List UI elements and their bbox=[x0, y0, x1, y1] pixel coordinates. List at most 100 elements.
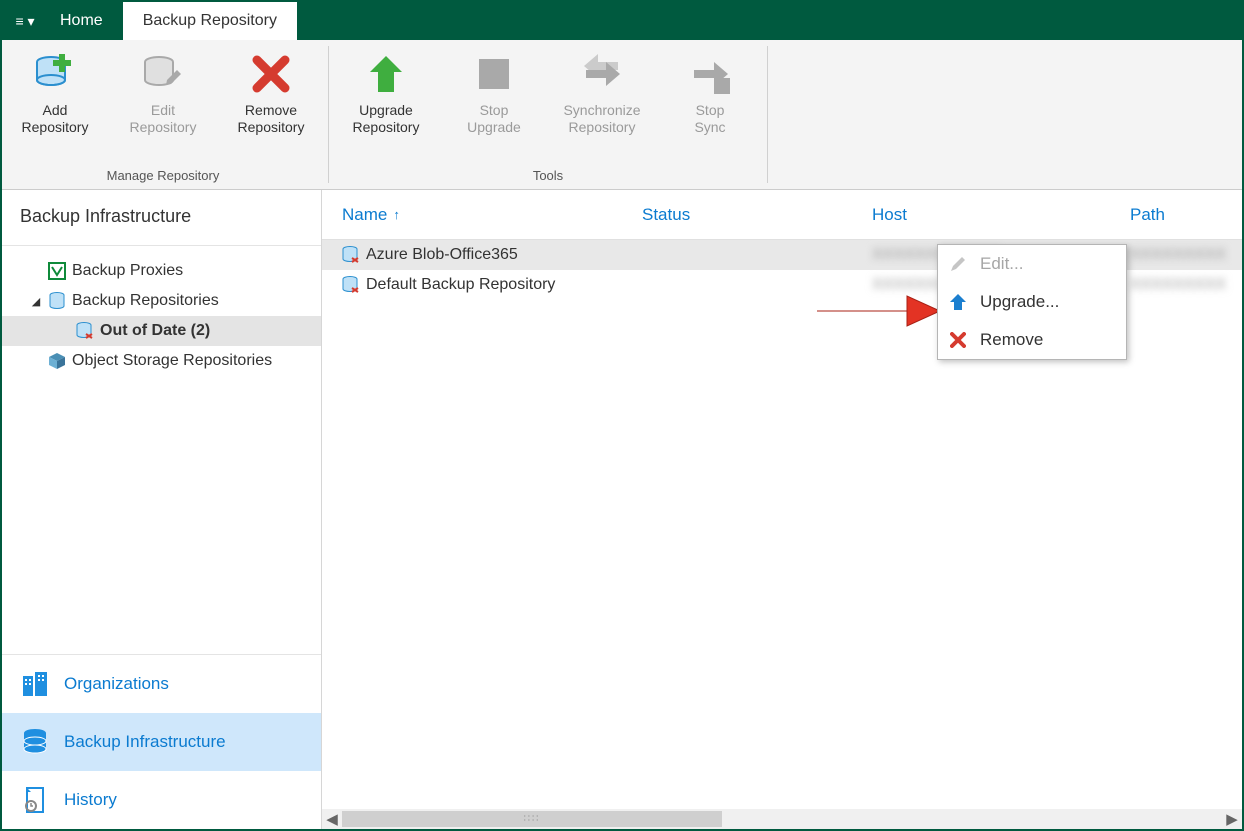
tree-item-out-of-date[interactable]: Out of Date (2) bbox=[2, 316, 321, 346]
titlebar: ≡ ▾ Home Backup Repository bbox=[2, 2, 1242, 40]
ribbon-btn-line1: Stop bbox=[480, 102, 509, 118]
horizontal-scrollbar[interactable]: ◀ ∷∷ ▶ bbox=[322, 809, 1242, 829]
context-menu-label: Edit... bbox=[980, 254, 1023, 274]
ribbon-group-tools: UpgradeRepository StopUpgrade Synchroniz… bbox=[333, 40, 763, 189]
ribbon-btn-line1: Add bbox=[43, 102, 68, 118]
expander-icon[interactable]: ◢ bbox=[30, 295, 42, 308]
scroll-right-button[interactable]: ▶ bbox=[1222, 809, 1242, 829]
pencil-icon bbox=[948, 254, 968, 274]
column-label: Host bbox=[872, 205, 907, 225]
x-icon bbox=[948, 330, 968, 350]
cube-icon bbox=[48, 352, 66, 370]
context-menu-label: Upgrade... bbox=[980, 292, 1059, 312]
tab-label: Backup Repository bbox=[143, 12, 277, 30]
ribbon-btn-line1: Edit bbox=[151, 102, 175, 118]
tab-backup-repository[interactable]: Backup Repository bbox=[123, 2, 297, 40]
database-icon bbox=[48, 292, 66, 310]
tree-item-label: Backup Proxies bbox=[72, 262, 183, 280]
upgrade-repository-button[interactable]: UpgradeRepository bbox=[341, 46, 431, 136]
tab-home[interactable]: Home bbox=[40, 2, 123, 40]
ribbon-btn-line2: Sync bbox=[694, 119, 725, 135]
x-icon bbox=[247, 50, 295, 98]
stop-sync-button[interactable]: StopSync bbox=[665, 46, 755, 136]
tree-item-backup-repositories[interactable]: ◢ Backup Repositories bbox=[2, 286, 321, 316]
sidebar: Backup Infrastructure Backup Proxies ◢ B… bbox=[2, 190, 322, 829]
ribbon-group-label: Tools bbox=[533, 168, 563, 187]
nav-backup-infrastructure[interactable]: Backup Infrastructure bbox=[2, 713, 321, 771]
ribbon-btn-line2: Repository bbox=[22, 119, 89, 135]
sort-ascending-icon: ↑ bbox=[393, 207, 400, 222]
cell-name: Default Backup Repository bbox=[366, 276, 555, 294]
edit-repository-button[interactable]: EditRepository bbox=[118, 46, 208, 136]
arrow-up-icon bbox=[362, 50, 410, 98]
column-header-status[interactable]: Status bbox=[642, 205, 872, 225]
ribbon-btn-line2: Repository bbox=[130, 119, 197, 135]
app-menu-button[interactable]: ≡ ▾ bbox=[10, 2, 40, 40]
tree-item-label: Backup Repositories bbox=[72, 292, 219, 310]
ribbon-separator bbox=[767, 46, 768, 183]
database-warning-icon bbox=[342, 246, 360, 264]
scroll-left-button[interactable]: ◀ bbox=[322, 809, 342, 829]
tab-label: Home bbox=[60, 12, 103, 30]
arrow-up-icon bbox=[948, 292, 968, 312]
grid-column-headers: Name ↑ Status Host Path bbox=[322, 190, 1242, 240]
sidebar-tree: Backup Proxies ◢ Backup Repositories Out… bbox=[2, 246, 321, 654]
tree-item-backup-proxies[interactable]: Backup Proxies bbox=[2, 256, 321, 286]
column-label: Status bbox=[642, 205, 690, 225]
ribbon-btn-line2: Upgrade bbox=[467, 119, 521, 135]
ribbon-btn-line1: Synchronize bbox=[563, 102, 640, 118]
grid-body: Azure Blob-Office365 XXXXXXXXXXXX XXXXXX… bbox=[322, 240, 1242, 809]
ribbon-btn-line1: Remove bbox=[245, 102, 297, 118]
nav-organizations[interactable]: Organizations bbox=[2, 655, 321, 713]
database-warning-icon bbox=[342, 276, 360, 294]
cell-path: XXXXXXXXX bbox=[1130, 246, 1242, 264]
context-menu-edit: Edit... bbox=[938, 245, 1126, 283]
cell-path: XXXXXXXXX bbox=[1130, 276, 1242, 294]
scroll-thumb[interactable]: ∷∷ bbox=[342, 811, 722, 827]
sidebar-bottom-nav: Organizations Backup Infrastructure Hist… bbox=[2, 654, 321, 829]
context-menu-remove[interactable]: Remove bbox=[938, 321, 1126, 359]
sync-icon bbox=[578, 50, 626, 98]
stop-icon bbox=[470, 50, 518, 98]
context-menu-upgrade[interactable]: Upgrade... bbox=[938, 283, 1126, 321]
main-area: Name ↑ Status Host Path Azure Blob-Offic… bbox=[322, 190, 1242, 829]
ribbon-btn-line2: Repository bbox=[569, 119, 636, 135]
database-pencil-icon bbox=[139, 50, 187, 98]
organizations-icon bbox=[20, 669, 50, 699]
nav-label: Organizations bbox=[64, 674, 169, 694]
scroll-track[interactable]: ∷∷ bbox=[342, 811, 1222, 827]
ribbon-btn-line1: Stop bbox=[696, 102, 725, 118]
stop-upgrade-button[interactable]: StopUpgrade bbox=[449, 46, 539, 136]
stop-sync-icon bbox=[686, 50, 734, 98]
ribbon-btn-line2: Repository bbox=[353, 119, 420, 135]
hamburger-icon: ≡ ▾ bbox=[15, 14, 34, 28]
cell-name: Azure Blob-Office365 bbox=[366, 246, 518, 264]
column-label: Path bbox=[1130, 205, 1165, 225]
nav-label: Backup Infrastructure bbox=[64, 732, 226, 752]
sidebar-title: Backup Infrastructure bbox=[2, 190, 321, 246]
column-header-path[interactable]: Path bbox=[1130, 205, 1242, 225]
column-header-host[interactable]: Host bbox=[872, 205, 1130, 225]
remove-repository-button[interactable]: RemoveRepository bbox=[226, 46, 316, 136]
tree-item-label: Object Storage Repositories bbox=[72, 352, 272, 370]
database-warning-icon bbox=[76, 322, 94, 340]
column-header-name[interactable]: Name ↑ bbox=[342, 205, 642, 225]
workspace: Backup Infrastructure Backup Proxies ◢ B… bbox=[2, 190, 1242, 829]
tree-item-label: Out of Date (2) bbox=[100, 322, 210, 340]
synchronize-repository-button[interactable]: SynchronizeRepository bbox=[557, 46, 647, 136]
history-icon bbox=[20, 785, 50, 815]
nav-label: History bbox=[64, 790, 117, 810]
column-label: Name bbox=[342, 205, 387, 225]
nav-history[interactable]: History bbox=[2, 771, 321, 829]
proxy-icon bbox=[48, 262, 66, 280]
ribbon-btn-line1: Upgrade bbox=[359, 102, 413, 118]
tree-item-object-storage[interactable]: Object Storage Repositories bbox=[2, 346, 321, 376]
ribbon-separator bbox=[328, 46, 329, 183]
ribbon-group-manage-repository: AddRepository EditRepository bbox=[2, 40, 324, 189]
context-menu: Edit... Upgrade... Remove bbox=[937, 244, 1127, 360]
ribbon-group-label: Manage Repository bbox=[107, 168, 220, 187]
ribbon-btn-line2: Repository bbox=[238, 119, 305, 135]
add-repository-button[interactable]: AddRepository bbox=[10, 46, 100, 136]
ribbon: AddRepository EditRepository bbox=[2, 40, 1242, 190]
database-plus-icon bbox=[31, 50, 79, 98]
